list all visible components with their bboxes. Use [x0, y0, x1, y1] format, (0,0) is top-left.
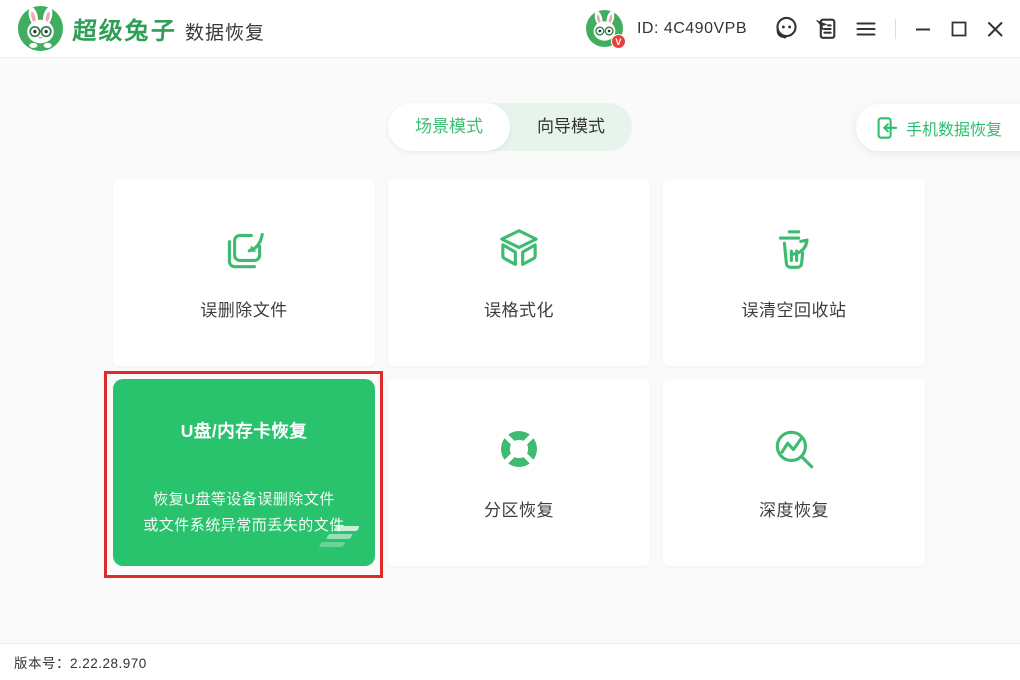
- feedback-button[interactable]: [809, 12, 843, 46]
- status-bar: 版本号：2.22.28.970: [0, 643, 1020, 680]
- maximize-icon: [948, 18, 970, 40]
- cube-icon: [494, 224, 544, 274]
- card-label: 误清空回收站: [742, 296, 847, 321]
- tab-wizard-mode[interactable]: 向导模式: [510, 103, 632, 151]
- usb-desc-line1: 恢复U盘等设备误删除文件: [143, 487, 345, 513]
- minimize-button[interactable]: [908, 12, 938, 46]
- app-logo-rabbit-icon: [18, 6, 63, 51]
- card-deep-recovery[interactable]: 深度恢复: [663, 379, 925, 566]
- scenario-card-grid: 误删除文件 误格式化 误清空回收站: [113, 179, 925, 566]
- usb-desc-line2: 或文件系统异常而丢失的文件: [143, 513, 345, 539]
- close-button[interactable]: [980, 12, 1010, 46]
- file-restore-icon: [219, 224, 269, 274]
- usb-card-description: 恢复U盘等设备误删除文件 或文件系统异常而丢失的文件: [143, 487, 345, 539]
- customer-service-button[interactable]: [769, 12, 803, 46]
- card-formatted[interactable]: 误格式化: [388, 179, 650, 366]
- magnifier-chart-icon: [769, 424, 819, 474]
- tab-scene-mode[interactable]: 场景模式: [388, 103, 510, 151]
- brand-name: 超级兔子: [72, 11, 178, 46]
- phone-recovery-label: 手机数据恢复: [906, 116, 1002, 140]
- main-content: 场景模式 向导模式 手机数据恢复 误删除文件 误: [0, 59, 1020, 643]
- feedback-note-icon: [813, 15, 840, 42]
- phone-data-recovery-button[interactable]: 手机数据恢复: [856, 104, 1020, 151]
- partition-icon: [494, 424, 544, 474]
- brand-suffix: 数据恢复: [185, 18, 265, 45]
- user-avatar[interactable]: V: [586, 10, 623, 47]
- card-label: 误删除文件: [200, 296, 288, 321]
- title-bar: 超级兔子 数据恢复 V ID: 4C490VPB: [0, 0, 1020, 58]
- headset-icon: [773, 15, 800, 42]
- card-label: 分区恢复: [484, 496, 554, 521]
- mode-tab-group: 场景模式 向导模式: [388, 103, 632, 151]
- phone-arrow-icon: [874, 115, 898, 141]
- minimize-icon: [912, 18, 934, 40]
- usb-card-title: U盘/内存卡恢复: [181, 418, 308, 443]
- titlebar-divider: [895, 19, 896, 39]
- version-label: 版本号：2.22.28.970: [14, 652, 147, 672]
- card-usb-memory-recovery[interactable]: U盘/内存卡恢复 恢复U盘等设备误删除文件 或文件系统异常而丢失的文件: [113, 379, 375, 566]
- card-recycle-bin[interactable]: 误清空回收站: [663, 179, 925, 366]
- trash-restore-icon: [769, 224, 819, 274]
- card-deleted-files[interactable]: 误删除文件: [113, 179, 375, 366]
- vip-badge: V: [611, 34, 626, 49]
- card-label: 误格式化: [484, 296, 554, 321]
- user-id-label: ID: 4C490VPB: [637, 20, 747, 38]
- close-icon: [984, 18, 1006, 40]
- card-label: 深度恢复: [759, 496, 829, 521]
- hamburger-menu-icon: [853, 16, 879, 42]
- layers-icon: [319, 524, 359, 554]
- maximize-button[interactable]: [944, 12, 974, 46]
- main-menu-button[interactable]: [849, 12, 883, 46]
- card-partition-recovery[interactable]: 分区恢复: [388, 379, 650, 566]
